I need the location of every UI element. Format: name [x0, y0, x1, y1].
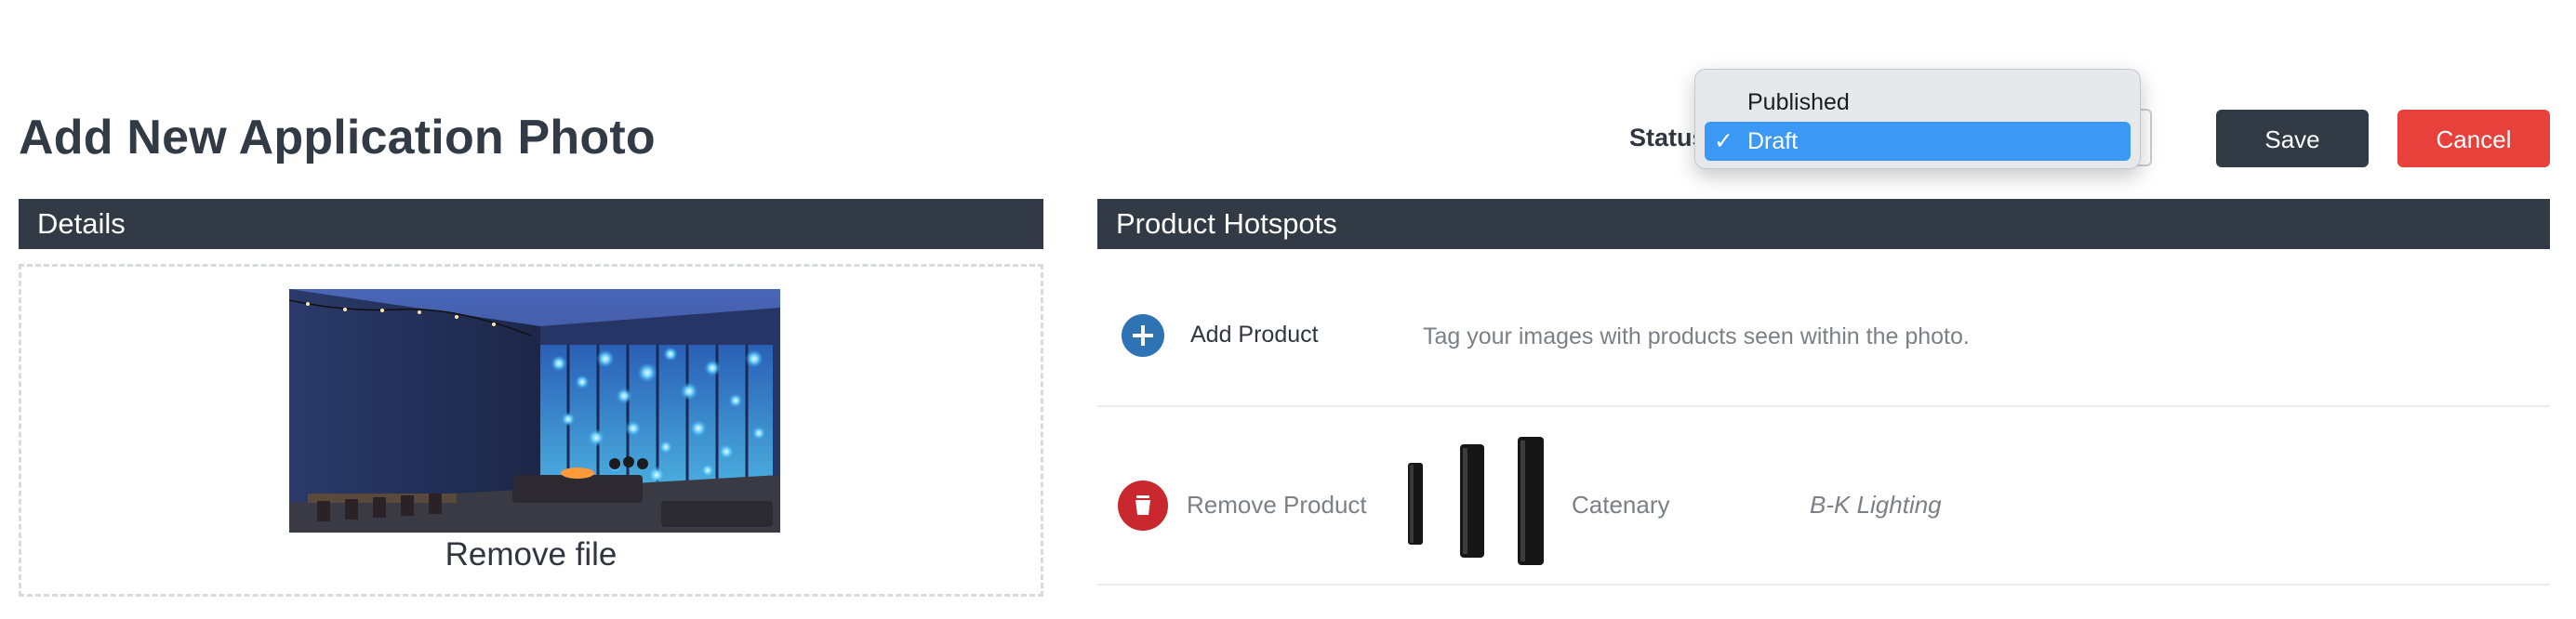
- status-option-label: Draft: [1747, 128, 1799, 154]
- status-dropdown-menu[interactable]: Published ✓ Draft: [1694, 69, 2141, 169]
- add-product-button[interactable]: Add Product: [1190, 320, 1319, 349]
- product-name: Catenary: [1572, 491, 1670, 519]
- save-button[interactable]: Save: [2216, 110, 2369, 167]
- plus-circle-icon[interactable]: [1122, 314, 1164, 357]
- remove-file-link[interactable]: Remove file: [21, 534, 1041, 575]
- product-thumbnail: [1401, 437, 1559, 574]
- remove-product-button[interactable]: Remove Product: [1187, 490, 1367, 520]
- cancel-button[interactable]: Cancel: [2397, 110, 2550, 167]
- trash-icon[interactable]: [1118, 481, 1168, 531]
- product-hotspot-row: Remove Product Catenary B-K Lighting: [1097, 409, 2550, 586]
- add-product-hint: Tag your images with products seen withi…: [1423, 323, 1970, 349]
- product-brand: B-K Lighting: [1810, 491, 1942, 519]
- add-product-row: Add Product Tag your images with product…: [1097, 249, 2550, 407]
- status-option-draft[interactable]: ✓ Draft: [1705, 122, 2131, 161]
- details-section-header: Details: [19, 199, 1043, 249]
- status-option-published[interactable]: Published: [1705, 83, 2131, 122]
- page-title: Add New Application Photo: [19, 111, 656, 165]
- hotspots-section-header: Product Hotspots: [1097, 199, 2550, 249]
- application-photo: [289, 289, 780, 533]
- checkmark-icon: ✓: [1714, 128, 1733, 154]
- photo-dropzone[interactable]: Remove file: [19, 264, 1043, 597]
- status-option-label: Published: [1747, 89, 1850, 115]
